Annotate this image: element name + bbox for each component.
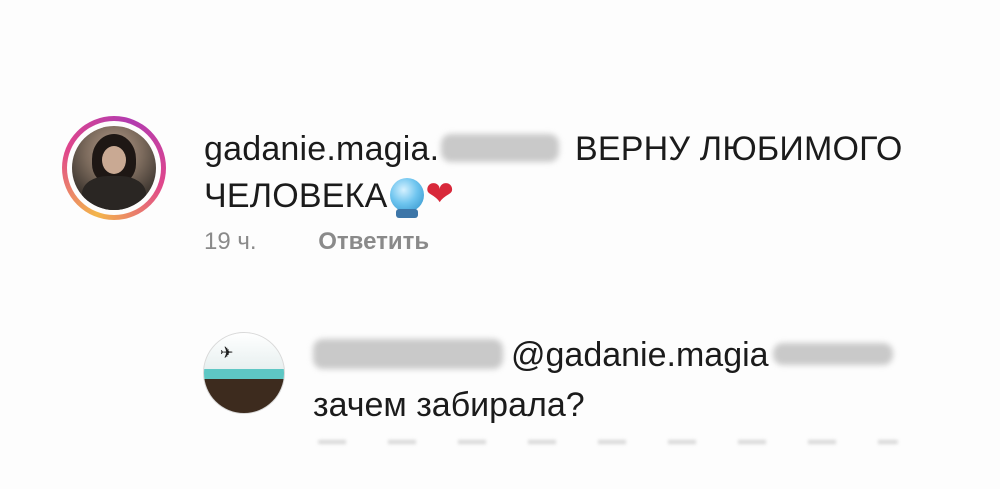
comment: gadanie.magia. ВЕРНУ ЛЮБИМОГО ЧЕЛОВЕКА ❤ …: [62, 110, 962, 270]
reply-avatar[interactable]: ✈: [203, 332, 285, 414]
mention-link[interactable]: @gadanie.magia: [511, 336, 769, 374]
reply-comment: ✈ @gadanie.magia зачем забирала?: [203, 330, 923, 440]
comment-text: gadanie.magia. ВЕРНУ ЛЮБИМОГО ЧЕЛОВЕКА ❤: [204, 126, 964, 222]
avatar-photo: [72, 126, 156, 210]
comment-username[interactable]: gadanie.magia.: [204, 130, 439, 168]
bird-icon: ✈: [220, 343, 234, 362]
reply-button[interactable]: Ответить: [318, 228, 429, 255]
avatar[interactable]: [62, 116, 166, 220]
comment-timestamp: 19 ч.: [204, 228, 257, 255]
comment-meta: 19 ч. Ответить: [204, 228, 429, 256]
reply-body: зачем забирала?: [313, 386, 585, 424]
redacted-username: [313, 339, 503, 370]
comment-body-line2: ЧЕЛОВЕКА: [204, 177, 388, 215]
redacted-username-part: [441, 134, 560, 163]
comment-body-line1: ВЕРНУ ЛЮБИМОГО: [574, 130, 903, 168]
redacted-mention-part: [772, 343, 893, 366]
reply-text: @gadanie.magia зачем забирала?: [313, 330, 933, 430]
cutoff-text-line: [318, 440, 898, 444]
heart-icon: ❤: [425, 173, 455, 214]
crystal-ball-icon: [389, 178, 424, 219]
